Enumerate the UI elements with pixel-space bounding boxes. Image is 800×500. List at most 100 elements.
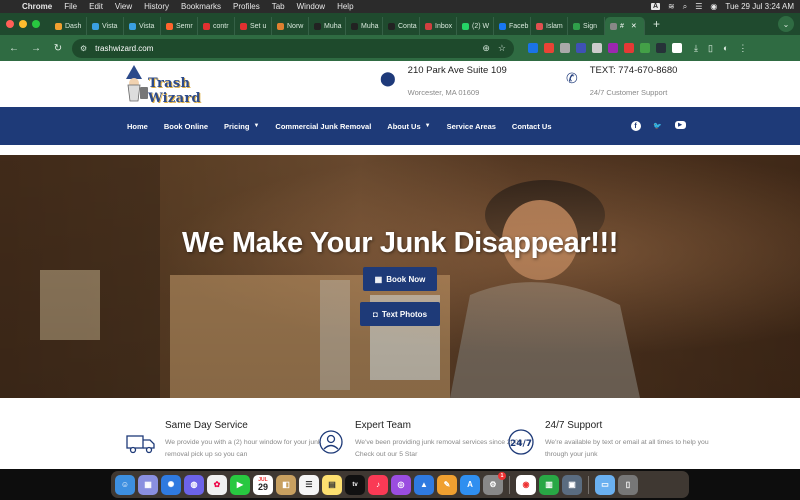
menu-profiles[interactable]: Profiles [233,2,260,11]
menu-tab[interactable]: Tab [272,2,285,11]
facebook-icon[interactable]: f [630,121,641,131]
browser-tab[interactable]: (2) W [457,17,494,35]
browser-tab[interactable]: Sign [568,17,605,35]
menu-history[interactable]: History [144,2,169,11]
photos-icon[interactable]: ✿ [207,474,227,495]
extension-icon[interactable] [592,43,602,53]
browser-tab[interactable]: Semr [161,17,198,35]
browser-tab[interactable]: contr [198,17,235,35]
nav-link[interactable]: About Us ▼ [387,122,430,131]
extension-icon[interactable] [528,43,538,53]
facetime-icon[interactable]: ▶ [230,474,250,495]
calendar-app-icon[interactable]: JUL 29 [253,474,273,495]
messages-icon[interactable]: ◍ [184,474,204,495]
back-arrow-icon[interactable]: ← [6,43,22,54]
finder-icon[interactable]: ☺ [115,474,135,495]
siri-icon[interactable]: ◉ [710,2,717,11]
extension-icon[interactable] [624,43,634,53]
tab-close-icon[interactable]: ✕ [631,22,637,30]
forward-arrow-icon[interactable]: → [28,43,44,54]
nav-link[interactable]: Pricing ▼ [224,122,259,131]
podcasts-icon[interactable]: ◎ [391,474,411,495]
apple-tv-icon[interactable]: tv [345,474,365,495]
site-navbar: Home Book Online Pricing ▼ Commercial Junk R… [0,107,800,145]
browser-tab[interactable]: Conta [383,17,420,35]
twitter-icon[interactable]: 🐦 [653,121,663,131]
input-source-badge[interactable]: A [650,3,661,10]
chrome-icon[interactable]: ◉ [516,474,536,495]
browser-tab[interactable]: Muha [346,17,383,35]
text-photos-button[interactable]: ◘ Text Photos [360,302,440,326]
system-settings-icon[interactable]: ⚙ 1 [483,471,506,495]
browser-tab[interactable]: Vista [87,17,124,35]
more-menu-icon[interactable]: ⋮ [738,43,747,54]
tab-search-chevron-icon[interactable]: ⌄ [778,16,794,32]
new-tab-icon[interactable]: + [653,17,660,31]
browser-tab[interactable]: Norw [272,17,309,35]
control-center-icon[interactable]: ☰ [695,2,702,11]
preview-icon[interactable]: ▣ [562,474,582,495]
close-window-icon[interactable] [6,20,14,28]
browser-tab[interactable]: Vista [124,17,161,35]
browser-tab[interactable]: Dash [50,17,87,35]
feature-text: We're available by text or email at all … [545,439,709,458]
menubar-datetime[interactable]: Tue 29 Jul 3:24 AM [725,2,794,11]
extension-icon[interactable] [544,43,554,53]
browser-tab[interactable]: # ✕ [605,17,645,35]
browser-tab[interactable]: Faceb [494,17,531,35]
music-icon[interactable]: ♪ [368,474,388,495]
extension-icon[interactable] [560,43,570,53]
nav-link[interactable]: Contact Us [512,122,552,131]
nav-link[interactable]: Commercial Junk Removal [275,122,371,131]
menu-bookmarks[interactable]: Bookmarks [181,2,221,11]
extension-icon[interactable] [576,43,586,53]
site-settings-icon[interactable]: ⚙ [80,44,87,53]
tab-favicon-icon [610,22,617,30]
trash-icon[interactable]: ▯ [618,474,638,495]
pages-icon[interactable]: ✎ [437,474,457,495]
phone-line1[interactable]: TEXT: 774-670-8680 [590,65,678,76]
download-icon[interactable]: ⤓ [694,43,698,54]
numbers-icon[interactable]: ▥ [539,474,559,495]
menu-file[interactable]: File [64,2,77,11]
extension-icon[interactable] [656,43,666,53]
address-bar[interactable]: ⚙ trashwizard.com ⊕ ☆ [72,38,514,58]
spotlight-search-icon[interactable]: ⌕ [683,2,687,12]
app-store-icon[interactable]: A [460,474,480,495]
safari-icon[interactable]: ✺ [161,474,181,495]
profile-avatar-icon[interactable]: ◐ [723,43,728,53]
browser-tab[interactable]: Islam [531,17,568,35]
nav-link[interactable]: Home [127,122,148,131]
menu-app-name[interactable]: Chrome [22,2,52,11]
menu-window[interactable]: Window [297,2,325,11]
address-bar-url[interactable]: trashwizard.com [95,44,153,53]
menu-help[interactable]: Help [337,2,353,11]
keynote-icon[interactable]: ▲ [414,474,434,495]
notes-icon[interactable]: ▤ [322,474,342,495]
browser-tab[interactable]: Muha [309,17,346,35]
maximize-window-icon[interactable] [32,20,40,28]
minimize-window-icon[interactable] [19,20,27,28]
downloads-folder-icon[interactable]: ▭ [595,474,615,495]
browser-tab[interactable]: Set u [235,17,272,35]
extensions-puzzle-icon[interactable] [672,43,682,53]
nav-link[interactable]: Book Online [164,122,208,131]
wifi-icon[interactable]: ≋ [668,2,675,11]
side-panel-icon[interactable]: ▯ [708,43,713,54]
book-now-button[interactable]: ▦ Book Now [363,267,437,291]
nav-link[interactable]: Service Areas [447,122,496,131]
address-line2: Worcester, MA 01609 [407,88,480,97]
contacts-icon[interactable]: ◧ [276,474,296,495]
bookmark-star-icon[interactable]: ☆ [498,43,506,54]
zoom-icon[interactable]: ⊕ [482,43,490,54]
reminders-icon[interactable]: ☰ [299,474,319,495]
launchpad-icon[interactable]: ▦ [138,474,158,495]
site-logo[interactable]: Trash Wizard [122,65,232,106]
reload-icon[interactable]: ↻ [50,43,66,54]
menu-view[interactable]: View [115,2,132,11]
youtube-icon[interactable]: ▶ [674,121,686,129]
extension-icon[interactable] [640,43,650,53]
menu-edit[interactable]: Edit [89,2,103,11]
extension-icon[interactable] [608,43,618,53]
browser-tab[interactable]: Inbox [420,17,457,35]
